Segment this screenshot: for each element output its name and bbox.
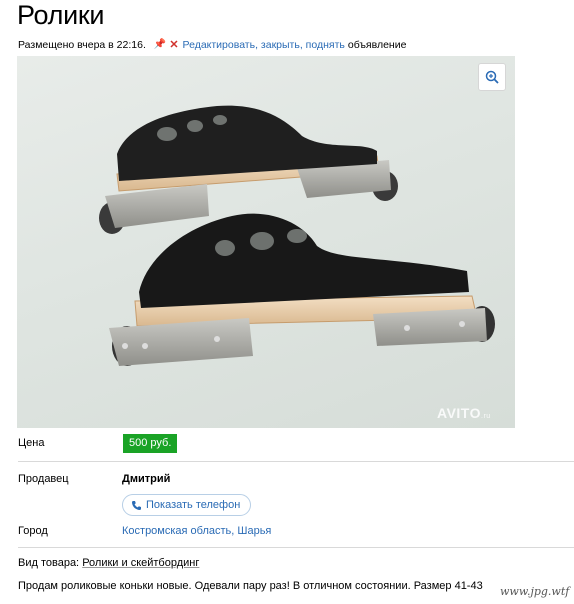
divider bbox=[18, 547, 574, 548]
pin-icon[interactable]: 📌 bbox=[154, 39, 166, 50]
category-link[interactable]: Ролики и скейтбординг bbox=[82, 557, 199, 569]
site-watermark: www.jpg.wtf bbox=[500, 585, 570, 598]
price-badge: 500 руб. bbox=[123, 434, 178, 453]
roller-sandals-image bbox=[99, 105, 495, 366]
seller-name: Дмитрий bbox=[122, 473, 171, 485]
zoom-in-icon bbox=[485, 70, 499, 84]
edit-suffix: объявление bbox=[347, 38, 407, 51]
page-title: Ролики bbox=[17, 0, 105, 30]
show-phone-button[interactable]: Показать телефон bbox=[122, 494, 252, 516]
city-link[interactable]: Костромская область, Шарья bbox=[122, 525, 271, 537]
seller-label: Продавец bbox=[18, 473, 69, 485]
price-label: Цена bbox=[18, 437, 45, 449]
zoom-button[interactable] bbox=[478, 63, 506, 91]
close-icon[interactable]: ✕ bbox=[169, 38, 178, 51]
listing-photo[interactable] bbox=[17, 56, 515, 428]
edit-ad-link[interactable]: Редактировать, закрыть, поднять bbox=[183, 39, 345, 51]
city-label: Город bbox=[18, 525, 48, 537]
show-phone-label: Показать телефон bbox=[146, 499, 241, 511]
divider bbox=[18, 461, 574, 462]
avito-watermark-text: AVITO bbox=[437, 405, 481, 421]
description: Продам роликовые коньки новые. Одевали п… bbox=[18, 580, 483, 592]
posted-meta: Размещено вчера в 22:16. 📌 ✕ Редактирова… bbox=[18, 38, 407, 52]
avito-watermark-tld: .ru bbox=[481, 413, 491, 420]
avito-watermark: AVITO.ru bbox=[437, 405, 491, 421]
phone-icon bbox=[131, 500, 142, 511]
category-line: Вид товара: Ролики и скейтбординг bbox=[18, 557, 199, 569]
posted-time: Размещено вчера в 22:16. bbox=[18, 38, 146, 51]
category-label: Вид товара: bbox=[18, 557, 80, 569]
